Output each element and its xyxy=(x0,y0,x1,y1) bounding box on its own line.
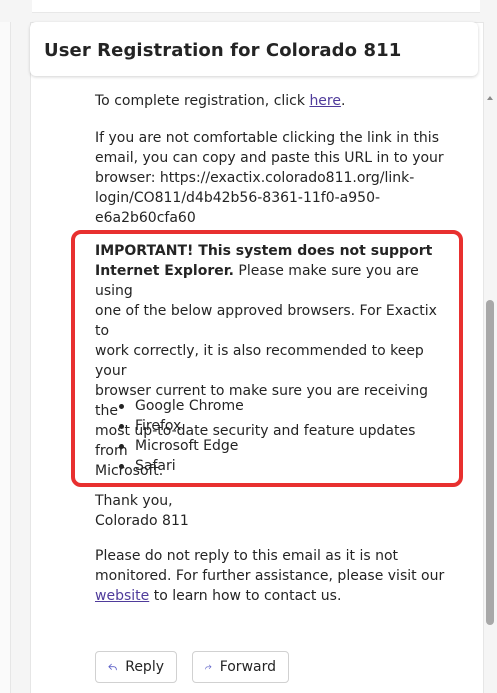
intro-paragraph: To complete registration, click here. xyxy=(95,91,455,111)
scroll-up-arrow-icon[interactable] xyxy=(487,96,493,100)
copy-paste-line: e6a2b60cfa60 xyxy=(95,210,196,226)
scrollbar-thumb[interactable] xyxy=(486,300,494,625)
signoff: Thank you, Colorado 811 xyxy=(95,491,455,531)
reply-icon xyxy=(108,663,117,671)
forward-label: Forward xyxy=(219,659,276,675)
top-pane-edge xyxy=(32,0,480,13)
closing-suffix: to learn how to contact us. xyxy=(149,588,342,604)
vertical-scrollbar[interactable] xyxy=(484,90,496,693)
website-link[interactable]: website xyxy=(95,588,149,604)
approved-browsers-list: Google Chrome Firefox Microsoft Edge Saf… xyxy=(119,396,244,476)
signature-text: Colorado 811 xyxy=(95,513,189,529)
list-item: Google Chrome xyxy=(119,396,244,416)
registration-link[interactable]: here xyxy=(309,93,341,109)
copy-paste-line: email, you can copy and paste this URL i… xyxy=(95,150,444,166)
left-pane-edge xyxy=(0,22,11,693)
copy-paste-paragraph: If you are not comfortable clicking the … xyxy=(95,128,455,228)
important-text: work correctly, it is also recommended t… xyxy=(95,343,424,379)
important-bold: IMPORTANT! This system does not support xyxy=(95,243,433,259)
copy-paste-line: login/CO811/d4b42b56-8361-11f0-a950- xyxy=(95,190,381,206)
closing-line: monitored. For further assistance, pleas… xyxy=(95,568,445,584)
copy-paste-line: If you are not comfortable clicking the … xyxy=(95,130,439,146)
forward-button[interactable]: Forward xyxy=(192,651,289,683)
important-text: one of the below approved browsers. For … xyxy=(95,303,437,339)
closing-line: Please do not reply to this email as it … xyxy=(95,548,399,564)
list-item: Microsoft Edge xyxy=(119,436,244,456)
closing-paragraph: Please do not reply to this email as it … xyxy=(95,546,455,606)
list-item: Safari xyxy=(119,456,244,476)
list-item: Firefox xyxy=(119,416,244,436)
email-subject: User Registration for Colorado 811 xyxy=(44,40,402,61)
email-reading-view: User Registration for Colorado 811 To co… xyxy=(0,0,497,693)
reply-button[interactable]: Reply xyxy=(95,651,177,683)
important-bold: Internet Explorer. xyxy=(95,263,234,279)
copy-paste-line: browser: https://exactix.colorado811.org… xyxy=(95,170,415,186)
top-strip xyxy=(0,0,497,22)
reply-label: Reply xyxy=(125,659,164,675)
subject-header: User Registration for Colorado 811 xyxy=(30,22,478,76)
intro-prefix: To complete registration, click xyxy=(95,93,310,109)
thanks-text: Thank you, xyxy=(95,493,173,509)
closing-text: Please do not reply to this email as it … xyxy=(95,546,455,606)
intro-suffix: . xyxy=(341,93,346,109)
forward-icon xyxy=(205,664,212,670)
